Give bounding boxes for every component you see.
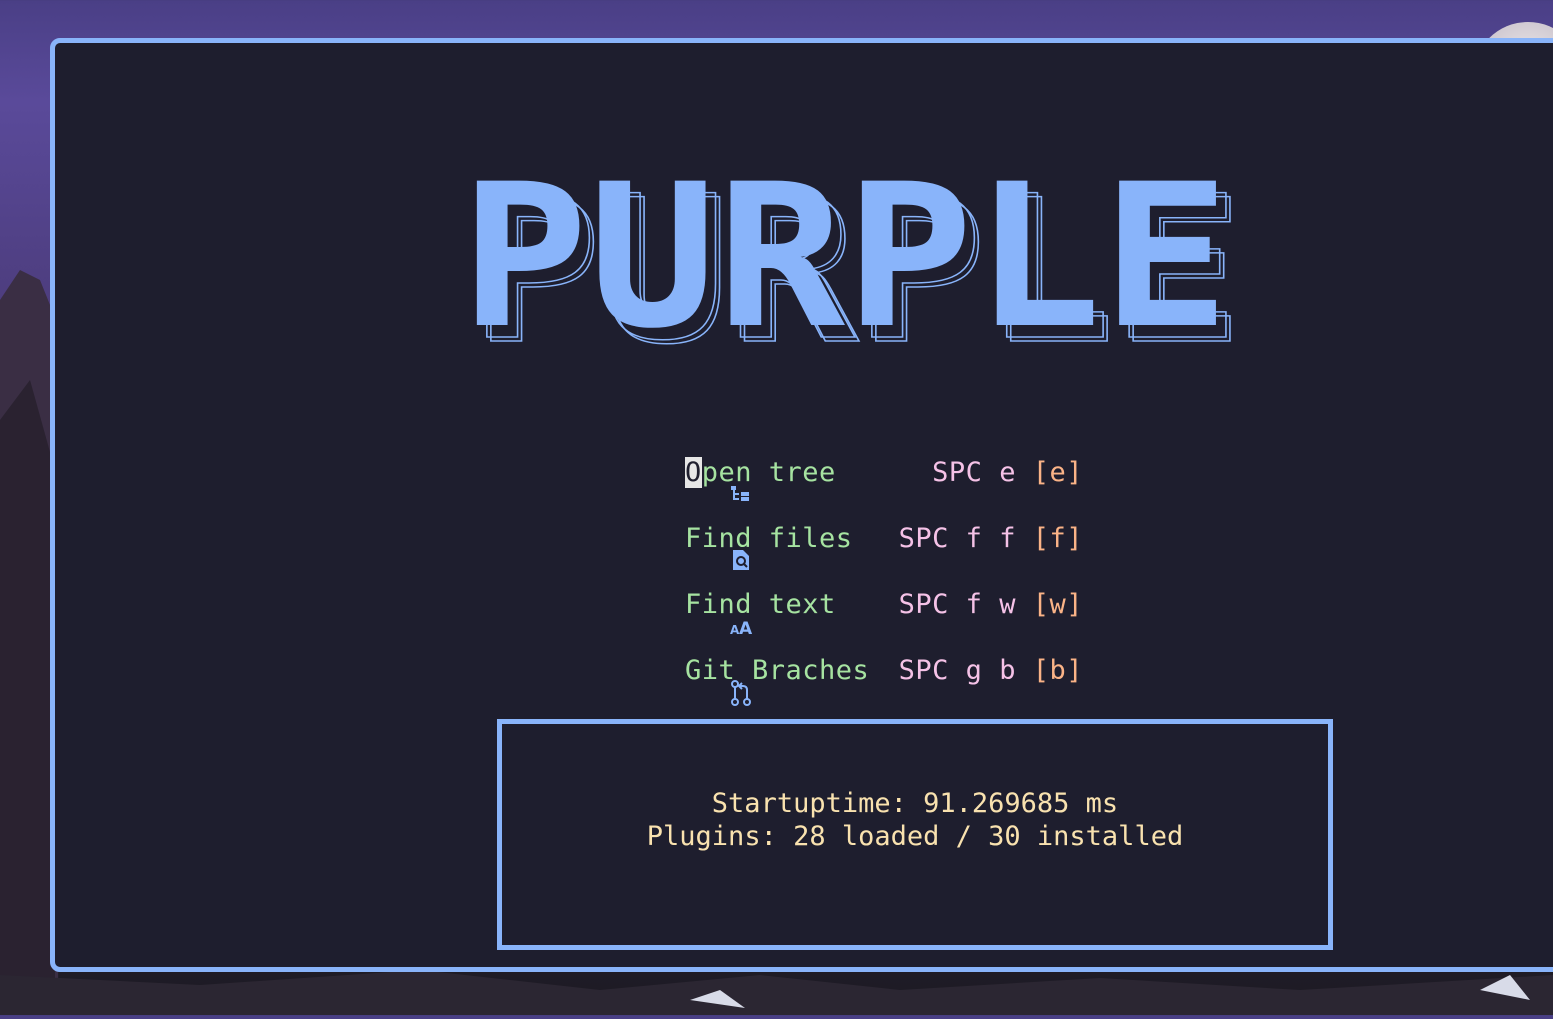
terminal-window[interactable]: PURPLE PURPLE PURPLE Open tree SPC e [e] [50, 38, 1553, 972]
menu-item-keybinding: SPC f w [w] [898, 589, 1083, 620]
menu-item-keybinding: SPC e [e] [932, 457, 1083, 488]
svg-text:A: A [739, 619, 753, 638]
plugins-text: Plugins: 28 loaded / 30 installed [646, 821, 1184, 852]
font-size-icon: A A [653, 595, 753, 639]
startuptime-text: Startuptime: 91.269685 ms [711, 788, 1119, 819]
menu-item-label: Find files [685, 523, 853, 554]
file-search-icon [653, 529, 750, 570]
menu-item-git-branches[interactable]: Git Braches SPC g b [b] [653, 653, 1083, 706]
startup-stats-box: Startuptime: 91.269685 ms Plugins: 28 lo… [497, 719, 1333, 950]
logo-ascii-art: PURPLE PURPLE PURPLE [460, 155, 1245, 345]
menu-item-open-tree[interactable]: Open tree SPC e [e] [653, 455, 1083, 501]
menu-item-keybinding: SPC g b [b] [898, 655, 1083, 686]
git-branch-icon [653, 661, 752, 706]
menu-item-label: Open tree [685, 457, 836, 488]
logo-text-fill: PURPLE [460, 155, 1230, 345]
text-cursor: O [685, 457, 702, 488]
menu-item-label: Git Braches [685, 655, 870, 686]
menu-item-label: Find text [685, 589, 836, 620]
dashboard-logo: PURPLE PURPLE PURPLE [460, 155, 1250, 355]
menu-item-find-text[interactable]: A A Find text SPC f w [w] [653, 587, 1083, 639]
menu-item-keybinding: SPC f f [f] [898, 523, 1083, 554]
menu-item-find-files[interactable]: Find files SPC f f [f] [653, 521, 1083, 570]
file-tree-icon [653, 463, 750, 501]
